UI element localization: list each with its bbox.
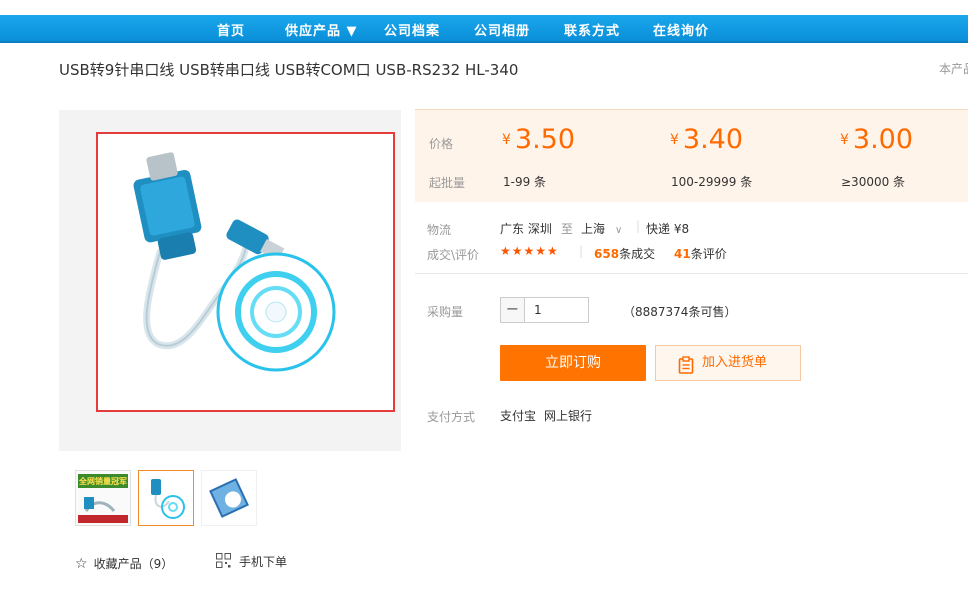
chevron-down-icon: ∨	[615, 225, 623, 236]
separator: |	[579, 244, 584, 258]
clipboard-icon	[678, 354, 694, 388]
decrease-qty-button[interactable]: −	[501, 298, 525, 322]
star-outline-icon: ☆	[75, 556, 88, 572]
rating-stars: ★★★★★	[500, 244, 559, 258]
reviews-count-link[interactable]: 41条评价	[674, 245, 727, 262]
price-tier-1-value: 3.50	[514, 124, 576, 155]
price-label: 价格	[429, 137, 454, 151]
add-to-list-label: 加入进货单	[702, 355, 768, 370]
nav-company-profile[interactable]: 公司档案	[384, 20, 440, 39]
quantity-input[interactable]	[526, 298, 588, 322]
price-tier-3: ¥3.00	[840, 124, 913, 155]
mobile-order-label: 手机下单	[239, 555, 288, 569]
thumbnail-3[interactable]	[201, 470, 257, 526]
nav-company-album[interactable]: 公司相册	[474, 20, 530, 39]
min-qty-label: 起批量	[429, 176, 466, 190]
price-tier-1: ¥3.50	[502, 124, 575, 155]
payment-label: 支付方式	[427, 410, 476, 424]
price-tier-3-value: 3.00	[852, 124, 914, 155]
quantity-stepper: −	[500, 297, 589, 323]
thumbnail-2-active[interactable]	[138, 470, 194, 526]
nav-products[interactable]: 供应产品 ▼	[285, 20, 358, 39]
qty-range-tier-2: 100-29999 条	[671, 175, 753, 189]
purchase-qty-label: 采购量	[427, 305, 464, 319]
thumbnail-2-image	[139, 471, 193, 525]
thumbnail-banner-text: 全网销量冠军	[78, 476, 127, 486]
thumbnail-1[interactable]: 全网销量冠军	[75, 470, 131, 526]
deals-count-link[interactable]: 658条成交	[594, 245, 655, 262]
usb-serial-cable-image	[102, 138, 364, 390]
mobile-order-link[interactable]: 手机下单	[216, 553, 287, 571]
ship-from: 广东 深圳	[500, 222, 552, 236]
shipping-method: 快递 ¥8	[646, 222, 690, 236]
ship-to-value: 上海	[581, 222, 606, 236]
qty-range-tier-1: 1-99 条	[503, 175, 547, 189]
buy-now-button[interactable]: 立即订购	[500, 345, 646, 381]
main-product-image[interactable]	[96, 132, 395, 412]
nav-contact[interactable]: 联系方式	[564, 20, 620, 39]
section-divider	[415, 273, 968, 274]
currency-symbol: ¥	[502, 132, 511, 148]
nav-home[interactable]: 首页	[217, 20, 245, 39]
reviews-suffix: 条评价	[690, 247, 727, 261]
ship-to-select[interactable]: 上海 ∨	[581, 220, 622, 237]
price-tier-2-value: 3.40	[682, 124, 744, 155]
favorite-product-link[interactable]: ☆ 收藏产品（9）	[75, 555, 173, 572]
add-to-purchase-list-button[interactable]: 加入进货单	[655, 345, 801, 381]
payment-online-banking: 网上银行	[544, 409, 593, 423]
currency-symbol: ¥	[670, 132, 679, 148]
payment-alipay: 支付宝	[500, 409, 537, 423]
ship-to-word: 至	[561, 222, 574, 236]
thumbnail-1-image: 全网销量冠军	[76, 471, 130, 525]
reviews-count: 41	[674, 247, 691, 261]
qr-code-icon	[216, 553, 231, 571]
favorite-label: 收藏产品（9）	[93, 557, 174, 571]
top-nav-bar: 首页 供应产品 ▼ 公司档案 公司相册 联系方式 在线询价	[0, 15, 968, 43]
qty-range-tier-3: ≥30000 条	[841, 175, 906, 189]
deals-count: 658	[594, 247, 620, 261]
separator: |	[636, 219, 641, 233]
side-note: 本产品	[939, 62, 968, 76]
currency-symbol: ¥	[840, 132, 849, 148]
deals-suffix: 条成交	[619, 247, 656, 261]
product-title: USB转9针串口线 USB转串口线 USB转COM口 USB-RS232 HL-…	[59, 61, 519, 79]
price-tier-2: ¥3.40	[670, 124, 743, 155]
logistics-label: 物流	[427, 223, 452, 237]
thumbnail-3-image	[202, 471, 256, 525]
nav-inquiry[interactable]: 在线询价	[653, 20, 709, 39]
available-stock: （8887374条可售）	[623, 305, 737, 319]
reviews-label: 成交\评价	[427, 248, 480, 262]
